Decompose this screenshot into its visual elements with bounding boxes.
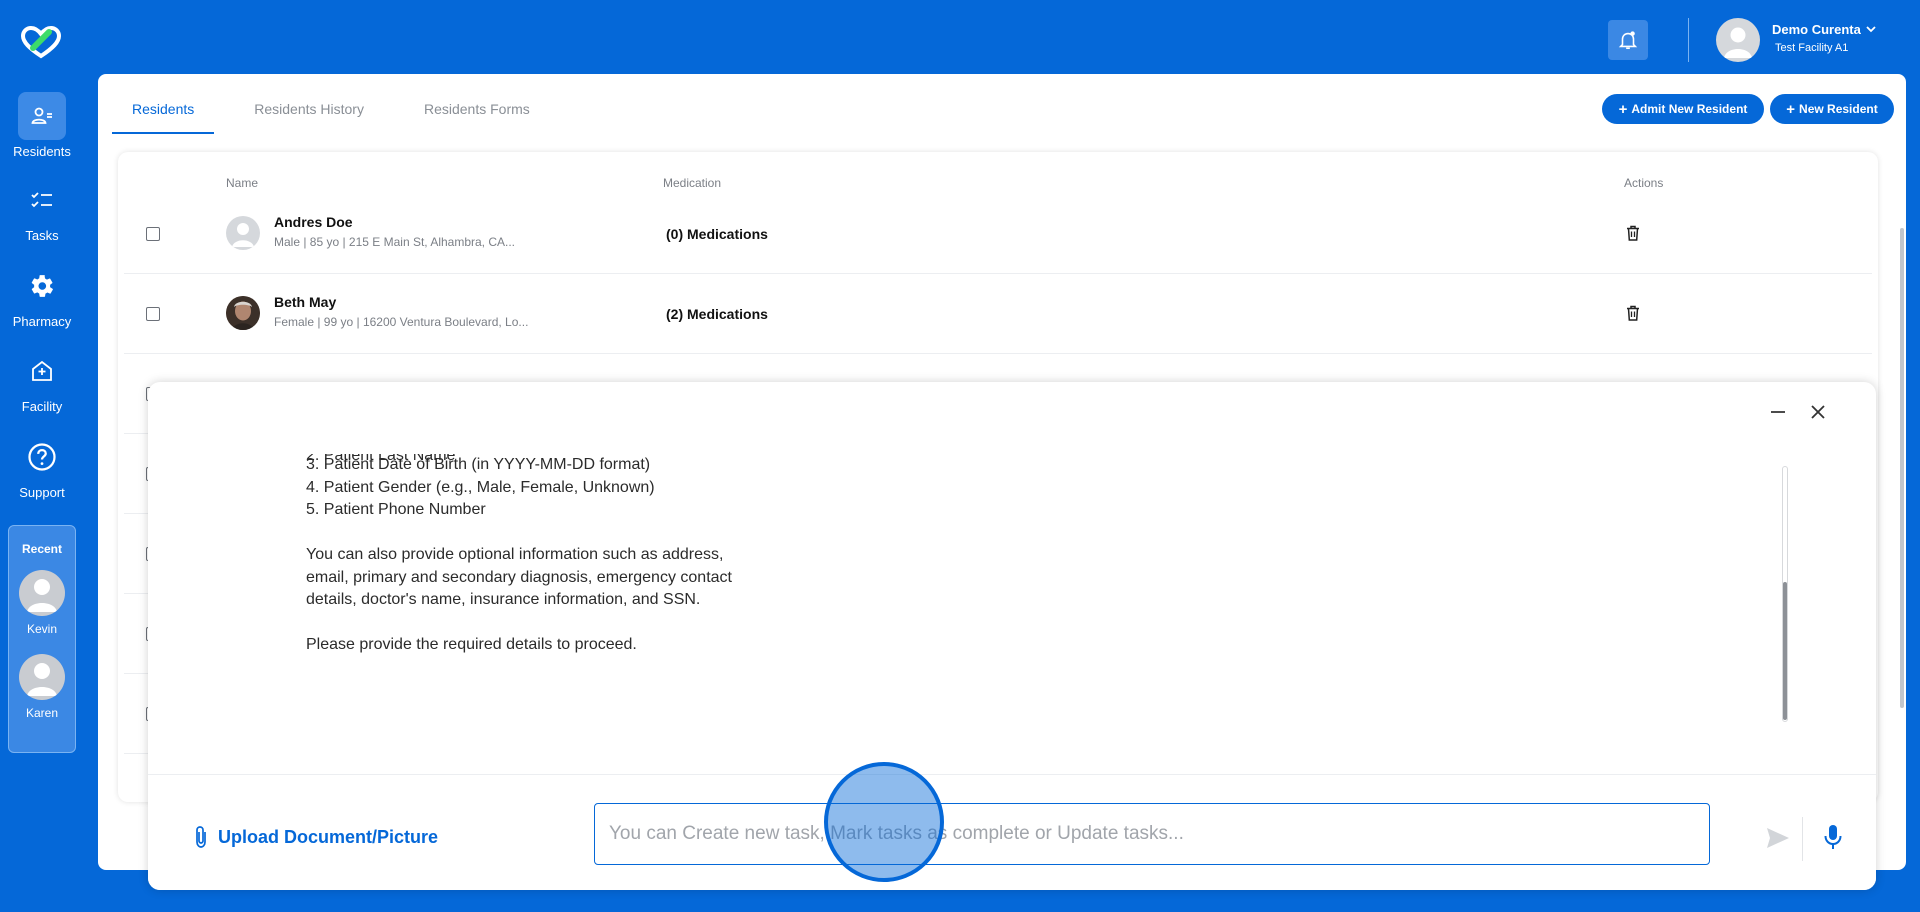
- avatar: [226, 296, 260, 330]
- new-resident-button[interactable]: + New Resident: [1770, 94, 1894, 124]
- trash-icon[interactable]: [1624, 224, 1642, 242]
- sidebar-item-label: Support: [19, 485, 65, 500]
- bell-icon: [1618, 31, 1638, 50]
- sidebar: Residents Tasks Pharmacy Facility Suppor…: [0, 0, 84, 912]
- message-line: 2. Patient Last Name: [306, 454, 456, 464]
- admit-new-resident-label: Admit New Resident: [1631, 102, 1748, 116]
- page-scrollbar[interactable]: [1900, 228, 1904, 708]
- person-icon: [27, 663, 57, 696]
- sidebar-item-residents[interactable]: Residents: [0, 92, 84, 159]
- row-checkbox[interactable]: [146, 227, 160, 241]
- composer-divider: [1802, 817, 1803, 861]
- chat-composer: Upload Document/Picture: [148, 774, 1876, 890]
- resident-name[interactable]: Andres Doe: [274, 214, 353, 230]
- admit-new-resident-button[interactable]: + Admit New Resident: [1602, 94, 1764, 124]
- resident-info: Male | 85 yo | 215 E Main St, Alhambra, …: [274, 235, 516, 249]
- sidebar-item-label: Residents: [13, 144, 71, 159]
- recent-title: Recent: [21, 542, 62, 556]
- message-line: 4. Patient Gender (e.g., Male, Female, U…: [306, 478, 655, 496]
- residents-icon: [31, 107, 52, 124]
- resident-info: Female | 99 yo | 16200 Ventura Boulevard…: [274, 315, 529, 329]
- avatar: [19, 654, 65, 700]
- assistant-message: 3. Patient Date of Birth (in YYYY-MM-DD …: [306, 454, 906, 653]
- sidebar-item-label: Pharmacy: [12, 314, 72, 329]
- resident-medications[interactable]: (2) Medications: [666, 306, 768, 322]
- facility-icon: [32, 360, 52, 381]
- sidebar-item-label: Tasks: [25, 228, 59, 243]
- paperclip-icon: [196, 826, 206, 848]
- user-name[interactable]: Demo Curenta: [1772, 22, 1861, 37]
- tab-bar: Residents Residents History Residents Fo…: [112, 74, 550, 134]
- sidebar-item-pharmacy[interactable]: Pharmacy: [0, 262, 84, 329]
- gear-icon: [31, 275, 53, 297]
- resident-medications[interactable]: (0) Medications: [666, 226, 768, 242]
- tab-residents[interactable]: Residents: [112, 74, 215, 134]
- message-line: Please provide the required details to p…: [306, 636, 637, 653]
- assistant-chat-panel: 3. Patient Date of Birth (in YYYY-MM-DD …: [148, 382, 1876, 890]
- help-icon: [28, 443, 56, 471]
- message-line: 5. Patient Phone Number: [306, 501, 486, 518]
- tasks-icon: [31, 192, 52, 208]
- row-checkbox[interactable]: [146, 307, 160, 321]
- new-resident-label: New Resident: [1799, 102, 1878, 116]
- column-header-actions: Actions: [1624, 176, 1664, 190]
- chat-scrollbar-thumb[interactable]: [1783, 582, 1787, 720]
- recent-user-name: Kevin: [26, 622, 58, 636]
- sidebar-item-facility[interactable]: Facility: [0, 347, 84, 414]
- person-icon: [1724, 27, 1752, 58]
- upload-document-button[interactable]: Upload Document/Picture: [194, 825, 438, 849]
- message-line: You can also provide optional informatio…: [306, 546, 724, 563]
- table-row[interactable]: Andres Doe Male | 85 yo | 215 E Main St,…: [124, 194, 1872, 274]
- minimize-icon[interactable]: [1768, 402, 1788, 422]
- sidebar-item-label: Facility: [21, 399, 63, 414]
- recent-panel: Recent Kevin Karen: [8, 525, 76, 753]
- message-line: email, primary and secondary diagnosis, …: [306, 568, 732, 586]
- column-header-medication: Medication: [663, 176, 722, 190]
- avatar: [226, 216, 260, 250]
- message-line: details, doctor's name, insurance inform…: [306, 591, 701, 608]
- tab-residents-history[interactable]: Residents History: [234, 74, 384, 132]
- sidebar-item-support[interactable]: Support: [0, 433, 84, 500]
- plus-icon: +: [1786, 100, 1796, 118]
- sidebar-item-tasks[interactable]: Tasks: [0, 176, 84, 243]
- upload-label: Upload Document/Picture: [218, 826, 439, 847]
- recent-user-kevin[interactable]: Kevin: [9, 570, 75, 636]
- close-icon[interactable]: [1808, 402, 1828, 422]
- chevron-down-icon[interactable]: [1864, 22, 1878, 36]
- user-facility: Test Facility A1: [1775, 42, 1849, 54]
- resident-photo: [226, 296, 260, 330]
- app-logo: [20, 26, 62, 59]
- recent-user-karen[interactable]: Karen: [9, 654, 75, 720]
- column-header-name: Name: [226, 176, 259, 190]
- plus-icon: +: [1618, 100, 1628, 118]
- person-icon: [232, 223, 254, 247]
- tab-residents-forms[interactable]: Residents Forms: [404, 74, 550, 132]
- notifications-button[interactable]: [1608, 20, 1648, 60]
- microphone-icon[interactable]: [1822, 823, 1844, 851]
- table-row[interactable]: Beth May Female | 99 yo | 16200 Ventura …: [124, 274, 1872, 354]
- chat-input[interactable]: [594, 803, 1710, 865]
- message-line-clipped: 2. Patient Last Name: [306, 454, 906, 468]
- person-icon: [27, 579, 57, 612]
- header-divider: [1688, 18, 1689, 62]
- resident-name[interactable]: Beth May: [274, 294, 336, 310]
- avatar: [19, 570, 65, 616]
- send-icon[interactable]: [1766, 827, 1790, 849]
- user-avatar[interactable]: [1716, 18, 1760, 62]
- recent-user-name: Karen: [25, 706, 59, 720]
- trash-icon[interactable]: [1624, 304, 1642, 322]
